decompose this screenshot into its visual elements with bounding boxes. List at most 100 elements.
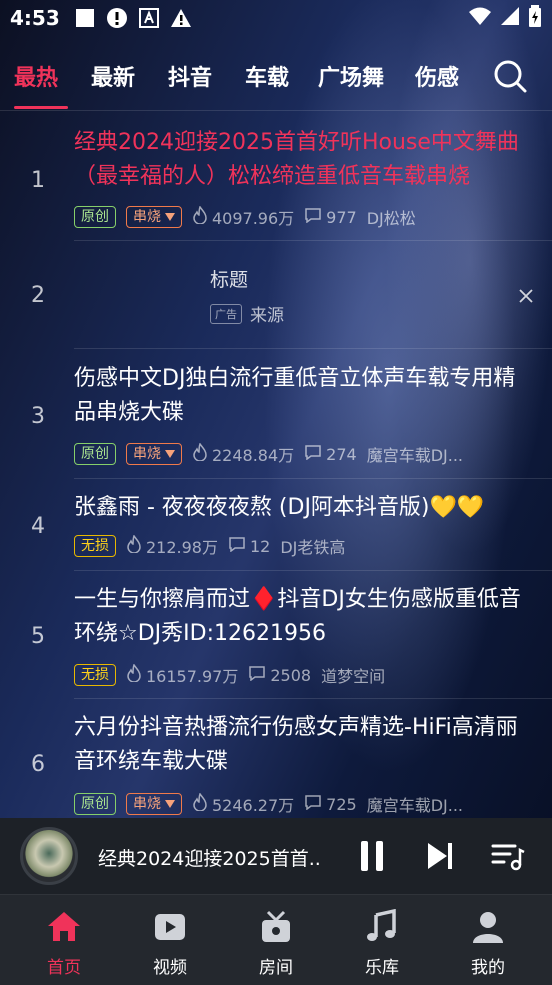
nav-profile[interactable]: 我的 (448, 909, 528, 978)
comment-count-value: 12 (250, 536, 271, 556)
lossless-badge: 无损 (74, 664, 116, 686)
list-item[interactable]: 5 一生与你擦肩而过♦️抖音DJ女生伤感版重低音环绕☆DJ秀ID:1262195… (0, 578, 552, 698)
play-count: 16157.97万 (126, 663, 238, 687)
play-count: 5246.27万 (192, 792, 294, 816)
tab-newest[interactable]: 最新 (91, 60, 135, 92)
tab-sad[interactable]: 伤感 (415, 60, 459, 92)
nav-room-label: 房间 (259, 958, 293, 978)
author-name[interactable]: DJ松松 (367, 205, 416, 229)
comment-icon (304, 207, 322, 227)
song-title[interactable]: 经典2024迎接2025首首好听House中文舞曲（最幸福的人）松松缔造重低音车… (74, 126, 530, 194)
fire-icon (192, 205, 208, 228)
home-icon (46, 909, 82, 945)
nav-video-label: 视频 (153, 958, 187, 978)
nav-room[interactable]: 房间 (236, 909, 316, 978)
list-item[interactable]: 6 六月份抖音热播流行伤感女声精选-HiFi高清丽音环绕车载大碟 原创 串烧 5… (0, 706, 552, 818)
nav-home[interactable]: 首页 (24, 909, 104, 978)
list-item[interactable]: 3 伤感中文DJ独白流行重低音立体声车载专用精品串烧大碟 原创 串烧 2248.… (0, 356, 552, 476)
mix-badge[interactable]: 串烧 (126, 206, 182, 228)
tabs-divider (0, 110, 552, 111)
nav-home-label: 首页 (47, 958, 81, 978)
author-name[interactable]: DJ老铁高 (280, 534, 345, 558)
status-bar: 4:53 (0, 0, 552, 36)
ad-item[interactable]: 2 标题 广告 来源 (0, 241, 552, 348)
original-badge: 原创 (74, 206, 116, 228)
author-name[interactable]: 道梦空间 (321, 663, 385, 687)
song-title[interactable]: 伤感中文DJ独白流行重低音立体声车载专用精品串烧大碟 (74, 362, 530, 430)
ad-title[interactable]: 标题 (210, 265, 248, 292)
mix-badge[interactable]: 串烧 (126, 793, 182, 815)
comment-count-value: 274 (326, 444, 357, 464)
album-cover[interactable] (20, 827, 78, 885)
bottom-navigation: 首页 视频 房间 乐库 我的 (0, 894, 552, 985)
play-count-value: 212.98万 (146, 538, 218, 557)
nav-library-label: 乐库 (365, 958, 399, 978)
font-a-icon (138, 7, 160, 29)
author-name[interactable]: 魔宫车载DJ... (367, 792, 463, 816)
wifi-icon (468, 6, 492, 31)
comment-count: 274 (304, 444, 357, 464)
rank-number: 6 (31, 752, 45, 777)
room-icon (258, 909, 294, 945)
list-item[interactable]: 1 经典2024迎接2025首首好听House中文舞曲（最幸福的人）松松缔造重低… (0, 120, 552, 240)
next-track-icon[interactable] (422, 838, 458, 874)
row-divider (74, 698, 552, 699)
nav-library[interactable]: 乐库 (342, 908, 422, 978)
dropdown-arrow-icon (165, 445, 175, 463)
comment-icon (304, 794, 322, 814)
comment-count: 12 (228, 536, 270, 556)
fire-icon (192, 442, 208, 465)
rank-number: 2 (31, 283, 45, 308)
music-icon (364, 908, 400, 945)
mix-badge[interactable]: 串烧 (126, 443, 182, 465)
fire-icon (192, 792, 208, 815)
song-meta: 原创 串烧 4097.96万 977 DJ松松 (74, 205, 416, 229)
comment-count-value: 725 (326, 794, 357, 814)
comment-count-value: 2508 (270, 665, 312, 685)
play-count-value: 16157.97万 (146, 667, 239, 686)
pause-icon[interactable] (354, 838, 390, 874)
dropdown-arrow-icon (165, 208, 175, 226)
lossless-badge: 无损 (74, 535, 116, 557)
comment-icon (304, 444, 322, 464)
mini-player[interactable]: 经典2024迎接2025首首.. (0, 818, 552, 894)
author-name[interactable]: 魔宫车载DJ... (367, 442, 463, 466)
song-meta: 原创 串烧 5246.27万 725 魔宫车载DJ... (74, 792, 463, 816)
status-time: 4:53 (10, 6, 60, 30)
list-item[interactable]: 4 张鑫雨 - 夜夜夜夜熬 (DJ阿本抖音版)💛💛 无损 212.98万 12 … (0, 486, 552, 568)
warning-icon (170, 7, 192, 29)
rank-number: 5 (31, 624, 45, 649)
play-count-value: 5246.27万 (212, 796, 295, 815)
song-meta: 原创 串烧 2248.84万 274 魔宫车载DJ... (74, 442, 463, 466)
song-title[interactable]: 一生与你擦肩而过♦️抖音DJ女生伤感版重低音环绕☆DJ秀ID:12621956 (74, 583, 530, 651)
ad-tag: 广告 (210, 303, 242, 324)
play-count: 212.98万 (126, 534, 218, 558)
original-badge: 原创 (74, 793, 116, 815)
nav-video[interactable]: 视频 (130, 909, 210, 978)
comment-icon (248, 665, 266, 685)
row-divider (74, 570, 552, 571)
close-icon[interactable] (516, 286, 536, 306)
tab-hottest[interactable]: 最热 (14, 60, 58, 92)
song-title[interactable]: 六月份抖音热播流行伤感女声精选-HiFi高清丽音环绕车载大碟 (74, 711, 530, 779)
dropdown-arrow-icon (165, 795, 175, 813)
alert-circle-icon (106, 7, 128, 29)
fire-icon (126, 663, 142, 686)
mix-badge-label: 串烧 (133, 209, 161, 225)
tab-square-dance[interactable]: 广场舞 (318, 60, 384, 92)
search-icon[interactable] (490, 56, 530, 96)
play-count-value: 4097.96万 (212, 209, 295, 228)
fire-icon (126, 534, 142, 557)
rank-number: 3 (31, 404, 45, 429)
tab-douyin[interactable]: 抖音 (168, 60, 212, 92)
profile-icon (470, 909, 506, 945)
mix-badge-label: 串烧 (133, 796, 161, 812)
song-meta: 无损 16157.97万 2508 道梦空间 (74, 663, 385, 687)
play-count-value: 2248.84万 (212, 446, 295, 465)
comment-count: 977 (304, 207, 357, 227)
now-playing-title[interactable]: 经典2024迎接2025首首.. (98, 844, 321, 871)
active-tab-indicator (14, 106, 68, 109)
song-title[interactable]: 张鑫雨 - 夜夜夜夜熬 (DJ阿本抖音版)💛💛 (74, 491, 530, 525)
playlist-icon[interactable] (490, 838, 526, 874)
tab-car[interactable]: 车载 (245, 60, 289, 92)
